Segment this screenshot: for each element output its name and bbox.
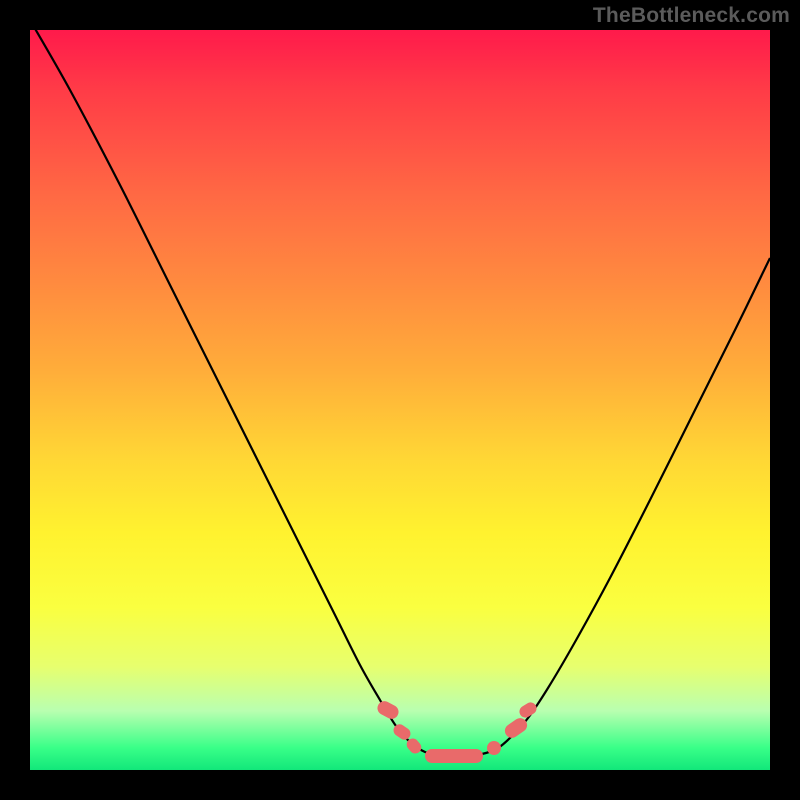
curve-marker (517, 700, 539, 720)
curve-markers (375, 699, 539, 763)
plot-area (30, 30, 770, 770)
curve-marker (487, 741, 501, 755)
curve-marker (502, 715, 530, 740)
curve-marker (425, 749, 483, 763)
bottleneck-curve (30, 20, 770, 756)
curve-svg (30, 30, 770, 770)
curve-marker (375, 699, 401, 722)
chart-frame: TheBottleneck.com (0, 0, 800, 800)
watermark-text: TheBottleneck.com (593, 4, 790, 28)
